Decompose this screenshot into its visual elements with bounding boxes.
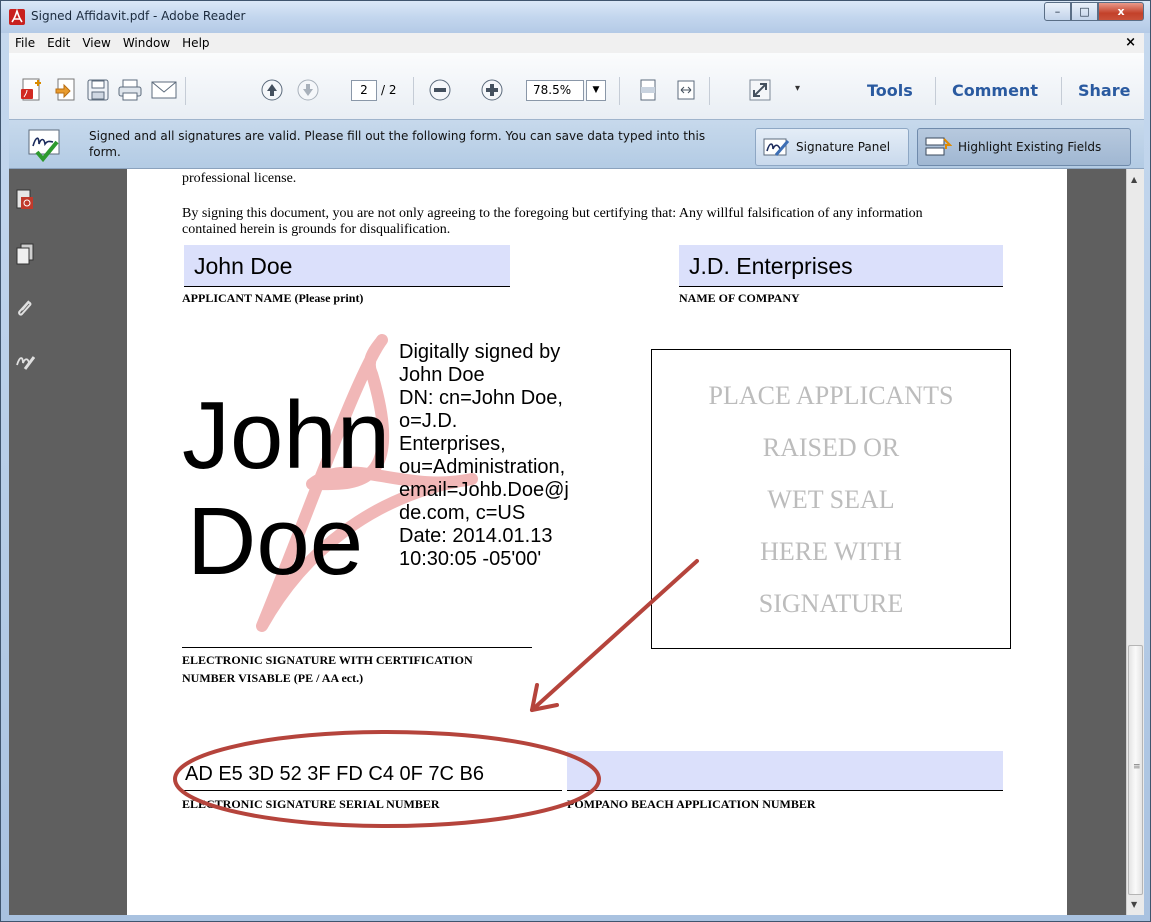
fit-width-icon[interactable] [673, 77, 699, 103]
signature-detail-line: Date: 2014.01.13 [399, 525, 553, 547]
window-title: Signed Affidavit.pdf - Adobe Reader [31, 9, 246, 23]
toolbar-separator [619, 77, 620, 105]
tools-pane-button[interactable]: Tools [867, 81, 913, 100]
page-total: / 2 [381, 83, 397, 97]
highlight-fields-icon [924, 135, 953, 159]
export-icon[interactable] [53, 77, 79, 103]
menu-bar: File Edit View Window Help × [9, 33, 1144, 53]
close-button[interactable]: x [1098, 2, 1144, 21]
menu-view[interactable]: View [76, 36, 116, 50]
zoom-out-icon[interactable] [427, 77, 453, 103]
signature-details: Digitally signed by John Doe DN: cn=John… [399, 341, 569, 571]
menu-window[interactable]: Window [117, 36, 176, 50]
signature-detail-line: DN: cn=John Doe, [399, 387, 563, 409]
adobe-reader-icon [9, 9, 25, 25]
signature-detail-line: 10:30:05 -05'00' [399, 548, 542, 570]
print-icon[interactable] [117, 77, 143, 103]
toolbar-separator [413, 77, 414, 105]
company-name-label: NAME OF COMPANY [679, 291, 800, 305]
application-window: Signed Affidavit.pdf - Adobe Reader – □ … [0, 0, 1151, 922]
save-icon[interactable] [85, 77, 111, 103]
message-text: Signed and all signatures are valid. Ple… [89, 129, 706, 159]
signatures-icon[interactable] [15, 351, 36, 373]
applicant-name-label: APPLICANT NAME (Please print) [182, 291, 364, 305]
signature-detail-line: o=J.D. [399, 410, 458, 432]
menu-edit[interactable]: Edit [41, 36, 76, 50]
scroll-up-arrow-icon[interactable]: ▲ [1131, 175, 1137, 184]
signature-detail-line: Digitally signed by [399, 341, 561, 363]
serial-number-value: AD E5 3D 52 3F FD C4 0F 7C B6 [185, 763, 485, 785]
seal-instruction-line: PLACE APPLICANTS [708, 381, 954, 410]
seal-instruction-line: RAISED OR [762, 433, 900, 462]
highlight-fields-label: Highlight Existing Fields [958, 140, 1102, 154]
company-name-field[interactable]: J.D. Enterprises [679, 245, 1003, 287]
signature-underline [182, 647, 532, 648]
application-number-field[interactable] [567, 751, 1003, 791]
fit-page-icon[interactable] [635, 77, 661, 103]
highlight-existing-fields-button[interactable]: Highlight Existing Fields [917, 128, 1131, 166]
menu-file[interactable]: File [9, 36, 41, 50]
toolbar-separator [935, 77, 936, 105]
share-pane-button[interactable]: Share [1078, 81, 1130, 100]
signature-last-name: Doe [187, 488, 364, 595]
menu-help[interactable]: Help [176, 36, 215, 50]
scroll-down-arrow-icon[interactable]: ▼ [1131, 900, 1137, 909]
comment-pane-button[interactable]: Comment [952, 81, 1038, 100]
signature-first-name: John [182, 382, 391, 489]
application-number-label: POMPANO BEACH APPLICATION NUMBER [567, 797, 816, 811]
seal-instruction-line: HERE WITH [760, 537, 902, 566]
page-number-input[interactable]: 2 [351, 80, 377, 101]
window-controls: – □ x [1044, 2, 1144, 22]
fullscreen-icon[interactable] [747, 77, 773, 103]
previous-page-icon[interactable] [259, 77, 285, 103]
signature-panel-button[interactable]: Signature Panel [755, 128, 909, 166]
zoom-dropdown-button[interactable]: ▼ [586, 80, 606, 101]
scrollbar-grip-icon: ≡ [1133, 762, 1141, 772]
next-page-icon[interactable] [295, 77, 321, 103]
title-bar[interactable]: Signed Affidavit.pdf - Adobe Reader – □ … [1, 1, 1150, 33]
seal-instruction-line: WET SEAL [767, 485, 895, 514]
signature-detail-line: Enterprises, [399, 433, 506, 455]
toolbar-separator [185, 77, 186, 105]
signature-label-line1: ELECTRONIC SIGNATURE WITH CERTIFICATION [182, 653, 473, 667]
minimize-button[interactable]: – [1044, 2, 1071, 21]
signature-detail-line: ou=Administration, [399, 456, 566, 478]
signature-panel-icon [762, 135, 790, 159]
signature-detail-line: de.com, c=US [399, 502, 526, 524]
pages-icon[interactable] [15, 243, 35, 265]
seal-instruction-line: SIGNATURE [758, 589, 904, 618]
signature-detail-line: email=Johb.Doe@j [399, 479, 569, 501]
close-document-button[interactable]: × [1125, 35, 1136, 50]
attachments-icon[interactable] [15, 297, 35, 319]
serial-underline [182, 790, 562, 791]
scrollbar-thumb[interactable]: ≡ [1128, 645, 1143, 895]
create-pdf-icon[interactable] [19, 77, 45, 103]
serial-number-label: ELECTRONIC SIGNATURE SERIAL NUMBER [182, 797, 440, 811]
signature-label-line2: NUMBER VISABLE (PE / AA ect.) [182, 671, 364, 685]
zoom-in-icon[interactable] [479, 77, 505, 103]
pdf-page: professional license. By signing this do… [127, 169, 1067, 915]
paragraph-certification: By signing this document, you are not on… [182, 206, 923, 237]
maximize-button[interactable]: □ [1071, 2, 1098, 21]
signature-valid-icon [27, 128, 61, 163]
toolbar-separator [709, 77, 710, 105]
toolbar: 2 / 2 78.5% ▼ ▾ Tools Comment Share [9, 53, 1144, 119]
seal-placement-box: PLACE APPLICANTS RAISED OR WET SEAL HERE… [651, 349, 1011, 649]
document-properties-icon[interactable] [15, 189, 35, 211]
signature-detail-line: John Doe [399, 364, 485, 386]
document-view[interactable]: professional license. By signing this do… [39, 169, 1126, 915]
navigation-panel [9, 169, 39, 915]
annotation-arrowhead [530, 683, 559, 712]
zoom-input[interactable]: 78.5% [526, 80, 584, 101]
toolbar-separator [1061, 77, 1062, 105]
digital-signature-field[interactable]: John Doe Digitally signed by John Doe DN… [182, 334, 602, 644]
toolbar-overflow-button[interactable]: ▾ [795, 83, 800, 94]
vertical-scrollbar[interactable]: ▲ ≡ ▼ [1126, 169, 1144, 915]
signature-panel-label: Signature Panel [796, 140, 891, 154]
paragraph-top: professional license. [182, 171, 297, 186]
applicant-name-field[interactable]: John Doe [184, 245, 510, 287]
email-icon[interactable] [151, 77, 177, 103]
document-message-bar: Signed and all signatures are valid. Ple… [9, 119, 1144, 169]
